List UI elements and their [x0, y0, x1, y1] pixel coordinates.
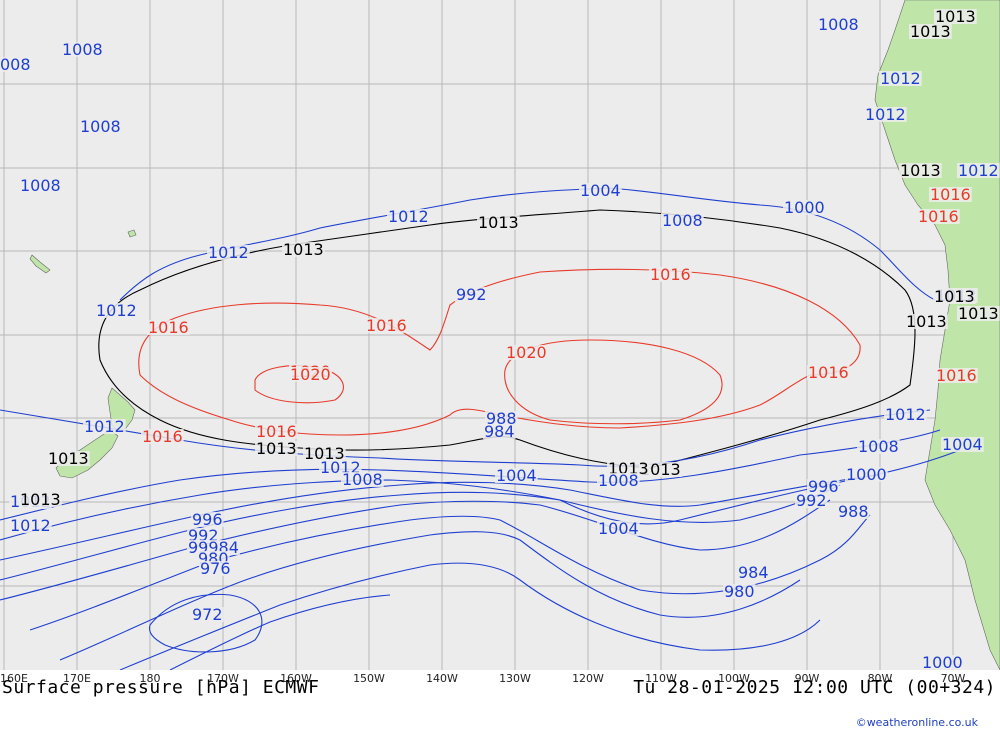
- isobar-label: 972: [192, 605, 223, 624]
- isobar-label: 1012: [84, 417, 125, 436]
- isobar-label: 1013: [934, 287, 975, 306]
- lon-label: 130W: [499, 672, 531, 685]
- isobar-label: 1016: [918, 207, 959, 226]
- isobar-label: 1012: [10, 516, 51, 535]
- isobar-label: 1016: [930, 185, 971, 204]
- isobar-label: 1012: [865, 105, 906, 124]
- isobar-label: 1008: [858, 437, 899, 456]
- lon-label: 120W: [572, 672, 604, 685]
- isobar-label: 992: [796, 491, 827, 510]
- pressure-map: 1008008100810081008101310131012101210121…: [0, 0, 1000, 670]
- isobar-label: 008: [0, 55, 31, 74]
- isobar-label: 1004: [580, 181, 621, 200]
- isobar-label: 1013: [283, 240, 324, 259]
- isobar-label: 1013: [20, 490, 61, 509]
- isobar-label: 980: [724, 582, 755, 601]
- isobar-label: 1000: [784, 198, 825, 217]
- isobar-label: 1013: [906, 312, 947, 331]
- isobar-label: 976: [200, 559, 231, 578]
- isobar-label: 1016: [936, 366, 977, 385]
- isobar-label: 1008: [818, 15, 859, 34]
- isobar-label: 1012: [885, 405, 926, 424]
- lon-label: 140W: [426, 672, 458, 685]
- isobar-label: 1012: [208, 243, 249, 262]
- isobar-label: 1000: [922, 653, 963, 670]
- isobar-label: 1008: [342, 470, 383, 489]
- isobar-label: 1016: [650, 265, 691, 284]
- isobar-label: 1004: [598, 519, 639, 538]
- isobar-label: 988: [838, 502, 869, 521]
- isobar-label: 1004: [942, 435, 983, 454]
- valid-time: Tu 28-01-2025 12:00 UTC (00+324): [633, 677, 996, 698]
- isobar-label: 1008: [598, 471, 639, 490]
- isobar-label: 1020: [290, 365, 331, 384]
- isobar-label: 1013: [256, 439, 297, 458]
- isobar-label: 1012: [96, 301, 137, 320]
- isobar-label: 1004: [496, 466, 537, 485]
- isobar-label: 1008: [80, 117, 121, 136]
- isobar-label: 1008: [20, 176, 61, 195]
- credit-link[interactable]: ©weatheronline.co.uk: [856, 716, 978, 729]
- isobar-label: 1016: [808, 363, 849, 382]
- isobar-label: 1013: [910, 22, 951, 41]
- isobar-label: 1013: [478, 213, 519, 232]
- chart-title: Surface pressure [hPa] ECMWF: [2, 677, 320, 698]
- isobar-label: 1012: [388, 207, 429, 226]
- isobar-label: 984: [738, 563, 769, 582]
- isobar-label: 1016: [366, 316, 407, 335]
- isobar-label: 1013: [958, 304, 999, 323]
- isobar-label: 1013: [900, 161, 941, 180]
- isobar-label: 1012: [958, 161, 999, 180]
- isobar-label: 1008: [662, 211, 703, 230]
- isobar-label: 1016: [142, 427, 183, 446]
- isobar-label: 1008: [62, 40, 103, 59]
- isobar-label: 1016: [148, 318, 189, 337]
- lon-label: 150W: [353, 672, 385, 685]
- isobar-label: 1013: [48, 449, 89, 468]
- isobar-label: 1012: [880, 69, 921, 88]
- isobar-label: 984: [484, 422, 515, 441]
- isobar-label: 1000: [846, 465, 887, 484]
- isobar-label: 992: [456, 285, 487, 304]
- isobar-label: 1020: [506, 343, 547, 362]
